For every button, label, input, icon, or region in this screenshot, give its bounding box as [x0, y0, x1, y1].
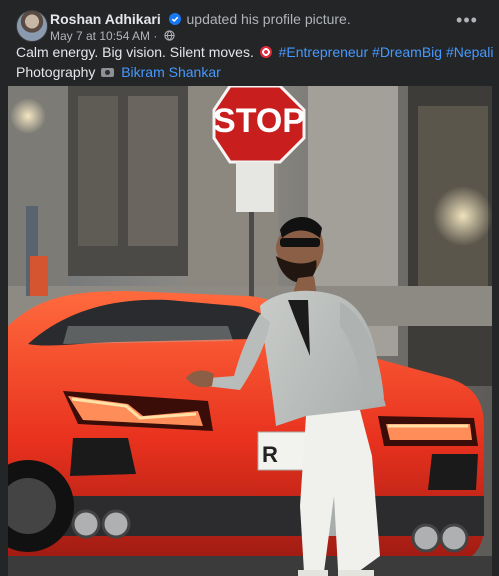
photo-credit: Photography Bikram Shankar [16, 64, 221, 80]
photographer-link[interactable]: Bikram Shankar [121, 64, 221, 80]
feed-post: Roshan Adhikari updated his profile pict… [0, 0, 499, 576]
hashtag-nepali[interactable]: #Nepali [446, 44, 493, 60]
author-name[interactable]: Roshan Adhikari [50, 11, 161, 27]
post-caption: Calm energy. Big vision. Silent moves. #… [16, 44, 493, 60]
dart-emoji-icon [259, 46, 272, 58]
license-plate-text: R [262, 442, 278, 467]
caption-text: Calm energy. Big vision. Silent moves. [16, 44, 254, 60]
profile-photo-image: STOP R [8, 86, 492, 576]
meta-separator: · [153, 29, 158, 43]
post-photo[interactable]: STOP R [8, 86, 492, 576]
hashtag-entrepreneur[interactable]: #Entrepreneur [279, 44, 369, 60]
author-avatar[interactable] [16, 10, 48, 42]
hashtag-dreambig[interactable]: #DreamBig [372, 44, 442, 60]
post-timestamp[interactable]: May 7 at 10:54 AM [50, 29, 150, 43]
camera-emoji-icon [101, 68, 115, 77]
verified-badge-icon [168, 13, 181, 25]
more-options-icon[interactable]: ••• [453, 11, 481, 32]
globe-icon[interactable] [164, 30, 175, 41]
credit-label: Photography [16, 64, 96, 80]
post-header: Roshan Adhikari updated his profile pict… [16, 10, 487, 44]
post-action-text: updated his profile picture. [186, 11, 351, 27]
author-line: Roshan Adhikari updated his profile pict… [50, 11, 351, 27]
stop-sign-text: STOP [213, 102, 305, 140]
post-meta: May 7 at 10:54 AM · [50, 29, 175, 43]
